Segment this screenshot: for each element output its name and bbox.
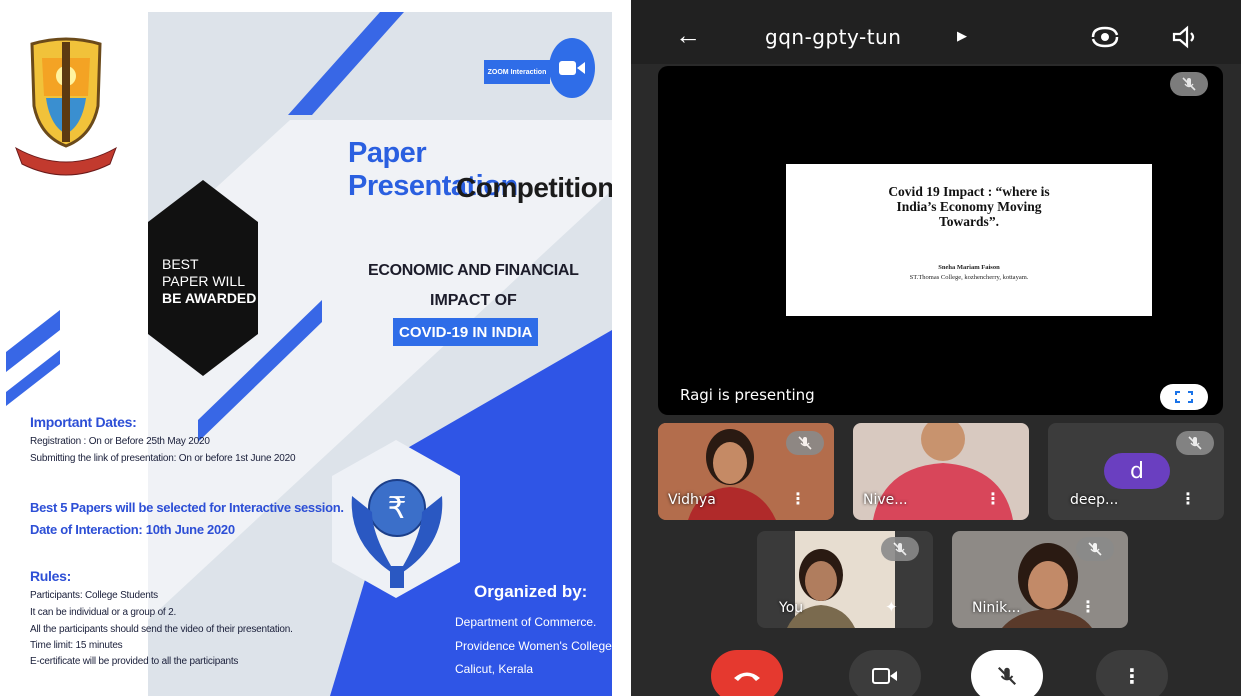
- slide-author: Sneha Mariam Faison: [938, 264, 1000, 271]
- more-options-icon[interactable]: ⋮: [985, 489, 1001, 508]
- blue-stripe: [288, 12, 404, 115]
- video-camera-icon: [549, 38, 595, 98]
- registration-date: Registration : On or Before 25th May 202…: [30, 436, 210, 447]
- mic-off-icon: [881, 537, 919, 561]
- participant-name: Vidhya: [668, 492, 716, 508]
- organized-by-heading: Organized by:: [474, 582, 588, 601]
- call-controls-bar: ⋮: [631, 640, 1241, 696]
- award-text: BEST PAPER WILL BE AWARDED: [162, 256, 256, 307]
- participant-name: Nive...: [863, 492, 908, 508]
- submission-date: Submitting the link of presentation: On …: [30, 453, 296, 464]
- more-options-icon[interactable]: ⋮: [790, 489, 806, 508]
- avatar: d: [1104, 453, 1170, 489]
- award-line3: BE AWARDED: [162, 290, 257, 306]
- meeting-code[interactable]: gqn-gpty-tun: [765, 25, 901, 49]
- topic-line3-badge: COVID-19 IN INDIA: [393, 318, 539, 346]
- best-papers-note: Best 5 Papers will be selected for Inter…: [30, 500, 344, 515]
- topic-line2: IMPACT OF: [430, 292, 517, 309]
- participant-name: Ninik...: [972, 600, 1021, 616]
- hang-up-icon: [734, 672, 760, 681]
- fullscreen-button[interactable]: [1160, 384, 1208, 410]
- effects-sparkle-icon[interactable]: ✦: [885, 598, 898, 616]
- topic-line1: ECONOMIC AND FINANCIAL: [368, 262, 579, 279]
- mic-off-icon: [1170, 72, 1208, 96]
- zoom-interaction-label: ZOOM Interaction: [484, 60, 550, 84]
- more-options-icon[interactable]: ⋮: [1180, 489, 1196, 508]
- presenting-label: Ragi is presenting: [680, 386, 815, 404]
- video-call-screen: ← gqn-gpty-tun ▶ Covid 19 Impact : “wher…: [631, 0, 1241, 696]
- more-options-icon[interactable]: ⋮: [1080, 597, 1096, 616]
- rule-item: It can be individual or a group of 2.: [30, 607, 177, 618]
- mic-off-icon: [1176, 431, 1214, 455]
- more-options-button[interactable]: ⋮: [1096, 650, 1168, 696]
- fullscreen-icon: [1175, 391, 1193, 403]
- important-dates-heading: Important Dates:: [30, 414, 137, 430]
- participant-tile-self[interactable]: You ✦: [757, 531, 933, 628]
- participant-name: deep...: [1070, 492, 1119, 508]
- svg-text:₹: ₹: [387, 491, 406, 526]
- award-line2: PAPER WILL: [162, 273, 245, 289]
- camera-toggle-button[interactable]: [849, 650, 921, 696]
- mic-off-icon: [786, 431, 824, 455]
- organizer-line: Providence Women's College: [455, 639, 612, 653]
- shared-slide: Covid 19 Impact : “where is India’s Econ…: [786, 164, 1152, 316]
- slide-institution: ST.Thomas College, kozhencherry, kottaya…: [909, 274, 1029, 281]
- rule-item: E-certificate will be provided to all th…: [30, 656, 239, 667]
- rule-item: All the participants should send the vid…: [30, 624, 293, 635]
- end-call-button[interactable]: [711, 650, 783, 696]
- commerce-emblem: ₹: [351, 479, 443, 588]
- participant-tile[interactable]: Vidhya ⋮: [658, 423, 834, 520]
- back-arrow-icon[interactable]: ←: [675, 22, 701, 48]
- participant-tile[interactable]: Nive... ⋮: [853, 423, 1029, 520]
- poster-title-line2: Competition: [456, 172, 612, 203]
- participant-name: You: [779, 600, 804, 616]
- participant-tile[interactable]: Ninik... ⋮: [952, 531, 1128, 628]
- organizer-line: Department of Commerce.: [455, 615, 597, 629]
- rule-item: Participants: College Students: [30, 590, 158, 601]
- participant-tile[interactable]: d deep... ⋮: [1048, 423, 1224, 520]
- caret-right-icon[interactable]: ▶: [957, 28, 967, 44]
- interaction-date: Date of Interaction: 10th June 2020: [30, 522, 235, 537]
- mic-off-icon: [1076, 537, 1114, 561]
- mic-toggle-button[interactable]: [971, 650, 1043, 696]
- video-camera-icon: [872, 668, 897, 684]
- speaker-icon[interactable]: [1171, 25, 1201, 49]
- college-crest-logo: [15, 37, 117, 176]
- mic-off-icon: [997, 666, 1017, 686]
- rule-item: Time limit: 15 minutes: [30, 640, 123, 651]
- award-line1: BEST: [162, 256, 199, 272]
- call-top-bar: ← gqn-gpty-tun ▶: [631, 0, 1241, 64]
- organizer-line: Calicut, Kerala: [455, 662, 534, 676]
- rules-heading: Rules:: [30, 568, 71, 584]
- slide-title: Covid 19 Impact : “where is India’s Econ…: [888, 184, 1050, 229]
- switch-camera-icon[interactable]: [1089, 25, 1121, 49]
- presentation-tile[interactable]: Covid 19 Impact : “where is India’s Econ…: [658, 66, 1223, 415]
- poster: ZOOM Interaction Paper Presentation Comp…: [0, 0, 612, 696]
